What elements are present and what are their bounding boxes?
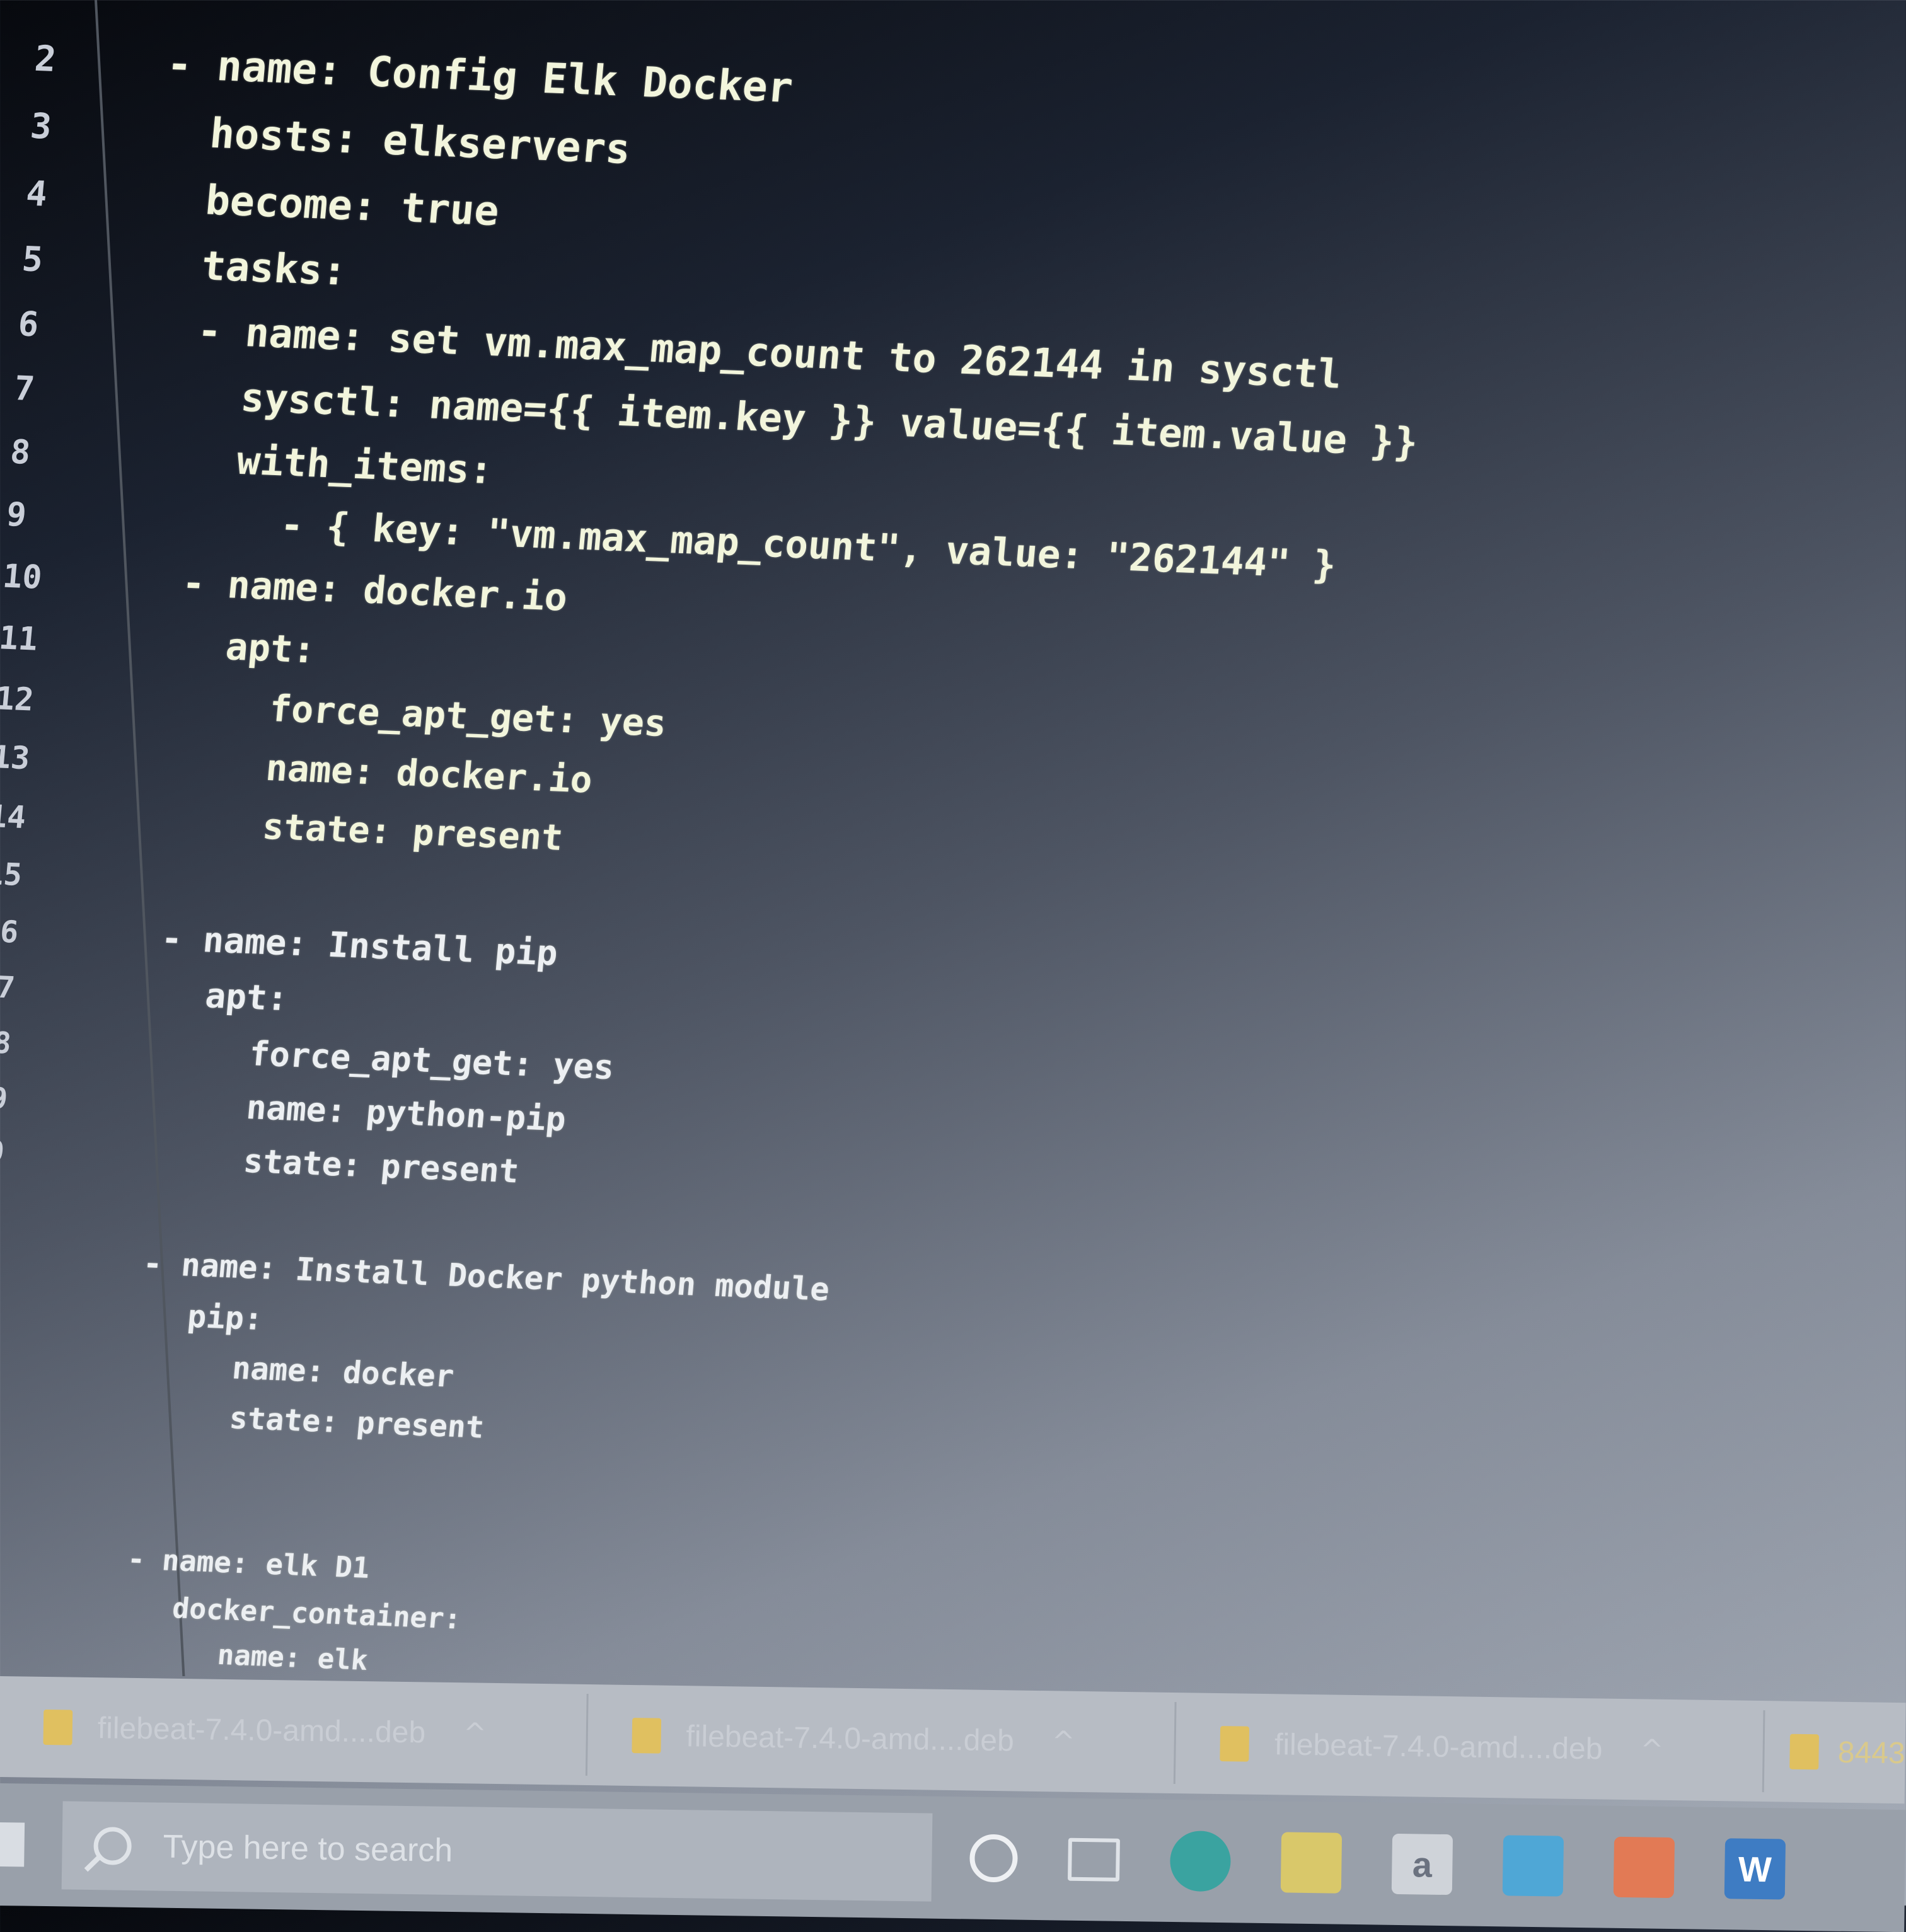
word-icon[interactable]: W [1724, 1838, 1786, 1900]
download-item[interactable]: filebeat-7.4.0-amd....deb ^ [0, 1685, 589, 1776]
task-view-icon[interactable] [1068, 1837, 1120, 1882]
chevron-up-icon[interactable]: ^ [1051, 1725, 1075, 1758]
line-number: 2 [33, 38, 58, 81]
line-number: 6 [16, 304, 41, 345]
file-icon [632, 1718, 661, 1754]
line-number: 12 [0, 679, 36, 718]
line-number: 14 [0, 798, 28, 836]
line-number: 18 [0, 1025, 13, 1061]
edge-icon[interactable] [1169, 1830, 1232, 1892]
code-text[interactable]: state: present [260, 798, 565, 868]
line-number: 3 [28, 106, 54, 147]
code-text[interactable]: name: elk [216, 1633, 370, 1676]
line-number: 10 [1, 557, 44, 597]
line-number: 11 [0, 619, 40, 658]
file-icon [1789, 1734, 1820, 1770]
line-number: 7 [12, 369, 37, 409]
line-number: 4 [24, 173, 49, 214]
code-text[interactable]: state: present [228, 1394, 487, 1453]
line-number: 16 [0, 913, 20, 950]
line-number: 13 [0, 739, 32, 777]
code-text[interactable]: pip: [185, 1291, 265, 1345]
code-line[interactable]: 5 tasks: [13, 226, 349, 296]
download-item[interactable]: filebeat-7.4.0-amd....deb ^ [1175, 1702, 1765, 1793]
taskbar: Type here to search a W [0, 1783, 1906, 1932]
code-text[interactable]: become: true [203, 167, 502, 244]
search-placeholder: Type here to search [163, 1828, 453, 1870]
download-filename: 8443 [1837, 1735, 1905, 1770]
line-number: 22 [0, 1231, 42, 1285]
code-editor[interactable]: 2- name: Config Elk Docker 3 hosts: elkser… [0, 0, 1906, 1676]
download-filename: filebeat-7.4.0-amd....deb [97, 1711, 426, 1749]
code-line[interactable]: 6- name: set vm.max_map_count to 262144 … [8, 292, 1344, 398]
line-number: 30 [0, 1622, 21, 1670]
line-number: 29 [0, 1576, 23, 1625]
line-number: 28 [0, 1529, 26, 1578]
code-line[interactable]: 8 with_items: [0, 420, 495, 493]
code-text[interactable]: docker_container: [170, 1585, 463, 1642]
chevron-up-icon[interactable]: ^ [463, 1717, 487, 1750]
code-text[interactable]: apt: [203, 968, 291, 1026]
chevron-up-icon[interactable]: ^ [1640, 1734, 1664, 1766]
code-text[interactable]: name: docker [230, 1343, 456, 1402]
line-number: 20 [0, 1134, 6, 1169]
gutter-divider [95, 0, 187, 1676]
code-line[interactable]: 2- name: Config Elk Docker [32, 25, 795, 112]
start-icon[interactable] [0, 1822, 25, 1867]
line-number: 15 [0, 856, 24, 893]
line-number: 21 [0, 1187, 3, 1222]
file-icon [1220, 1726, 1250, 1762]
line-number: 17 [0, 969, 16, 1006]
code-text[interactable]: - name: elk D1 [125, 1536, 372, 1592]
code-text[interactable]: tasks: [199, 234, 349, 305]
code-lines[interactable]: 2- name: Config Elk Docker 3 hosts: elkser… [0, 25, 1420, 1676]
line-number: 24 [0, 1333, 36, 1386]
line-number: 9 [4, 495, 28, 534]
line-number: 26 [0, 1433, 31, 1485]
search-input[interactable]: Type here to search [61, 1801, 933, 1902]
amazon-icon[interactable]: a [1391, 1833, 1453, 1895]
line-number: 27 [0, 1481, 28, 1532]
code-text[interactable]: state: present [241, 1135, 521, 1199]
line-number: 25 [0, 1383, 33, 1435]
code-text[interactable]: apt: [223, 616, 318, 681]
code-line[interactable]: 4 become: true [20, 160, 501, 235]
line-number: 19 [0, 1080, 9, 1116]
search-icon [93, 1827, 132, 1865]
line-number: 23 [0, 1282, 39, 1336]
download-filename: filebeat-7.4.0-amd....deb [686, 1719, 1015, 1757]
file-icon [43, 1709, 73, 1745]
download-item[interactable]: 8443 [1789, 1734, 1905, 1771]
line-number: 5 [20, 239, 45, 280]
file-explorer-icon[interactable] [1280, 1832, 1343, 1894]
line-number: 8 [8, 432, 32, 472]
code-line[interactable]: 3 hosts: elkservers [26, 93, 632, 173]
code-line[interactable]: 7 sysctl: name={{ item.key }} value={{ it… [2, 357, 1420, 465]
code-text[interactable]: with_items: [234, 429, 496, 502]
download-filename: filebeat-7.4.0-amd....deb [1274, 1727, 1603, 1766]
office-icon[interactable] [1613, 1836, 1675, 1899]
download-bar: filebeat-7.4.0-amd....deb ^ filebeat-7.4… [0, 1676, 1906, 1804]
download-item[interactable]: filebeat-7.4.0-amd....deb ^ [587, 1694, 1177, 1785]
mail-icon[interactable] [1502, 1835, 1564, 1897]
cortana-icon[interactable] [969, 1834, 1019, 1883]
